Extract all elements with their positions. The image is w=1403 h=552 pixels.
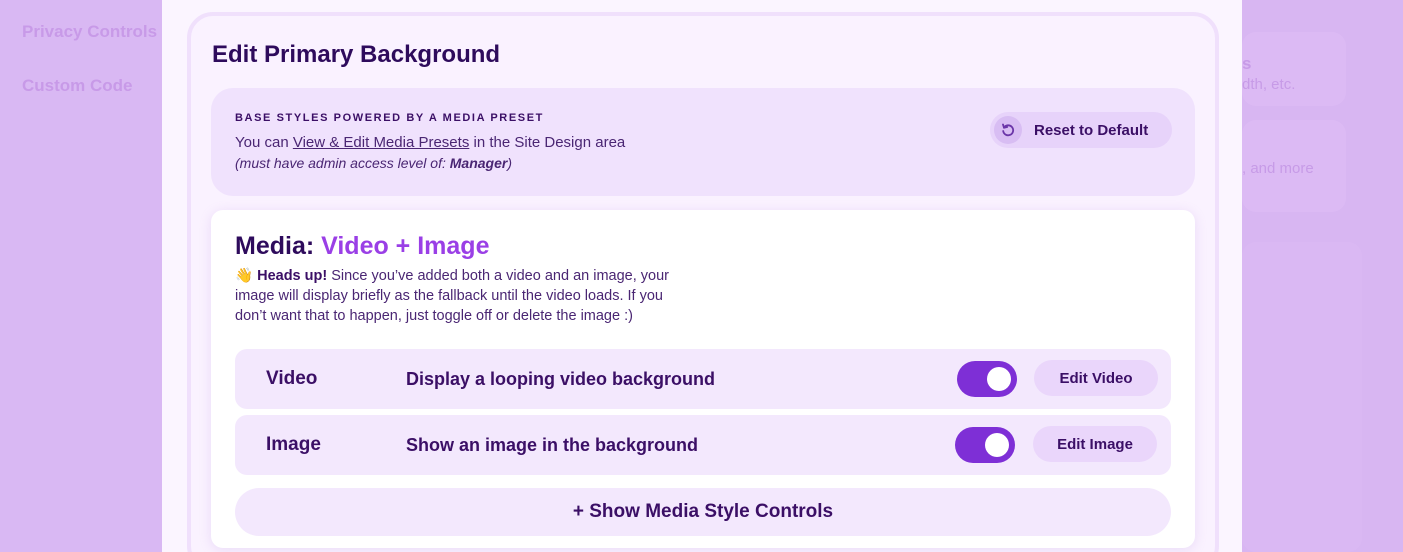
edit-background-modal: Edit Primary Background BASE STYLES POWE… bbox=[162, 0, 1242, 552]
image-toggle[interactable] bbox=[955, 427, 1015, 463]
media-row-description: Show an image in the background bbox=[406, 435, 699, 455]
media-row-label: Video bbox=[266, 368, 318, 389]
heads-up-title: Heads up! bbox=[257, 268, 328, 284]
media-heading: Media: Video + Image bbox=[235, 232, 489, 261]
media-preset-info: BASE STYLES POWERED BY A MEDIA PRESET Yo… bbox=[211, 88, 1195, 196]
toggle-knob bbox=[985, 433, 1009, 457]
background-text: dth, etc. bbox=[1242, 76, 1296, 93]
note-access-level: Manager bbox=[449, 155, 508, 171]
background-content: s dth, etc. , and more bbox=[1242, 0, 1403, 552]
modal-title: Edit Primary Background bbox=[212, 41, 501, 68]
media-heading-prefix: Media: bbox=[235, 232, 322, 260]
media-row-description: Display a looping video background bbox=[406, 369, 716, 389]
reset-label: Reset to Default bbox=[1034, 121, 1149, 139]
media-row-label: Image bbox=[266, 434, 321, 455]
background-card bbox=[1242, 32, 1346, 106]
reset-icon bbox=[994, 116, 1022, 144]
edit-background-panel: Edit Primary Background BASE STYLES POWE… bbox=[187, 12, 1219, 552]
preset-description: You can View & Edit Media Presets in the… bbox=[235, 134, 625, 151]
preset-eyebrow: BASE STYLES POWERED BY A MEDIA PRESET bbox=[235, 112, 544, 124]
preset-line-prefix: You can bbox=[235, 134, 293, 151]
background-text: s bbox=[1242, 54, 1252, 73]
preset-line-suffix: in the Site Design area bbox=[469, 134, 626, 151]
wave-icon: 👋 bbox=[235, 268, 254, 284]
media-row-video: Video Display a looping video background… bbox=[235, 349, 1171, 409]
edit-image-button[interactable]: Edit Image bbox=[1033, 426, 1157, 462]
video-toggle[interactable] bbox=[957, 361, 1017, 397]
media-card: Media: Video + Image 👋 Heads up! Since y… bbox=[211, 210, 1195, 548]
note-prefix: (must have admin access level of: bbox=[235, 155, 450, 171]
admin-access-note: (must have admin access level of: Manage… bbox=[235, 155, 512, 171]
sidebar-item-custom-code: Custom Code bbox=[22, 76, 133, 95]
heads-up-message: 👋 Heads up! Since you’ve added both a vi… bbox=[235, 266, 695, 326]
edit-video-button[interactable]: Edit Video bbox=[1034, 360, 1158, 396]
toggle-knob bbox=[987, 367, 1011, 391]
show-media-style-controls-button[interactable]: + Show Media Style Controls bbox=[235, 488, 1171, 536]
media-row-image: Image Show an image in the background Ed… bbox=[235, 415, 1171, 475]
background-text: , and more bbox=[1242, 160, 1314, 177]
background-sidebar: Privacy Controls Custom Code bbox=[0, 0, 162, 552]
sidebar-item-privacy-controls: Privacy Controls bbox=[22, 22, 158, 41]
reset-to-default-button[interactable]: Reset to Default bbox=[990, 112, 1172, 148]
view-edit-presets-link[interactable]: View & Edit Media Presets bbox=[293, 134, 469, 151]
note-suffix: ) bbox=[507, 155, 513, 171]
background-card bbox=[1242, 242, 1362, 552]
media-type: Video + Image bbox=[321, 232, 490, 260]
